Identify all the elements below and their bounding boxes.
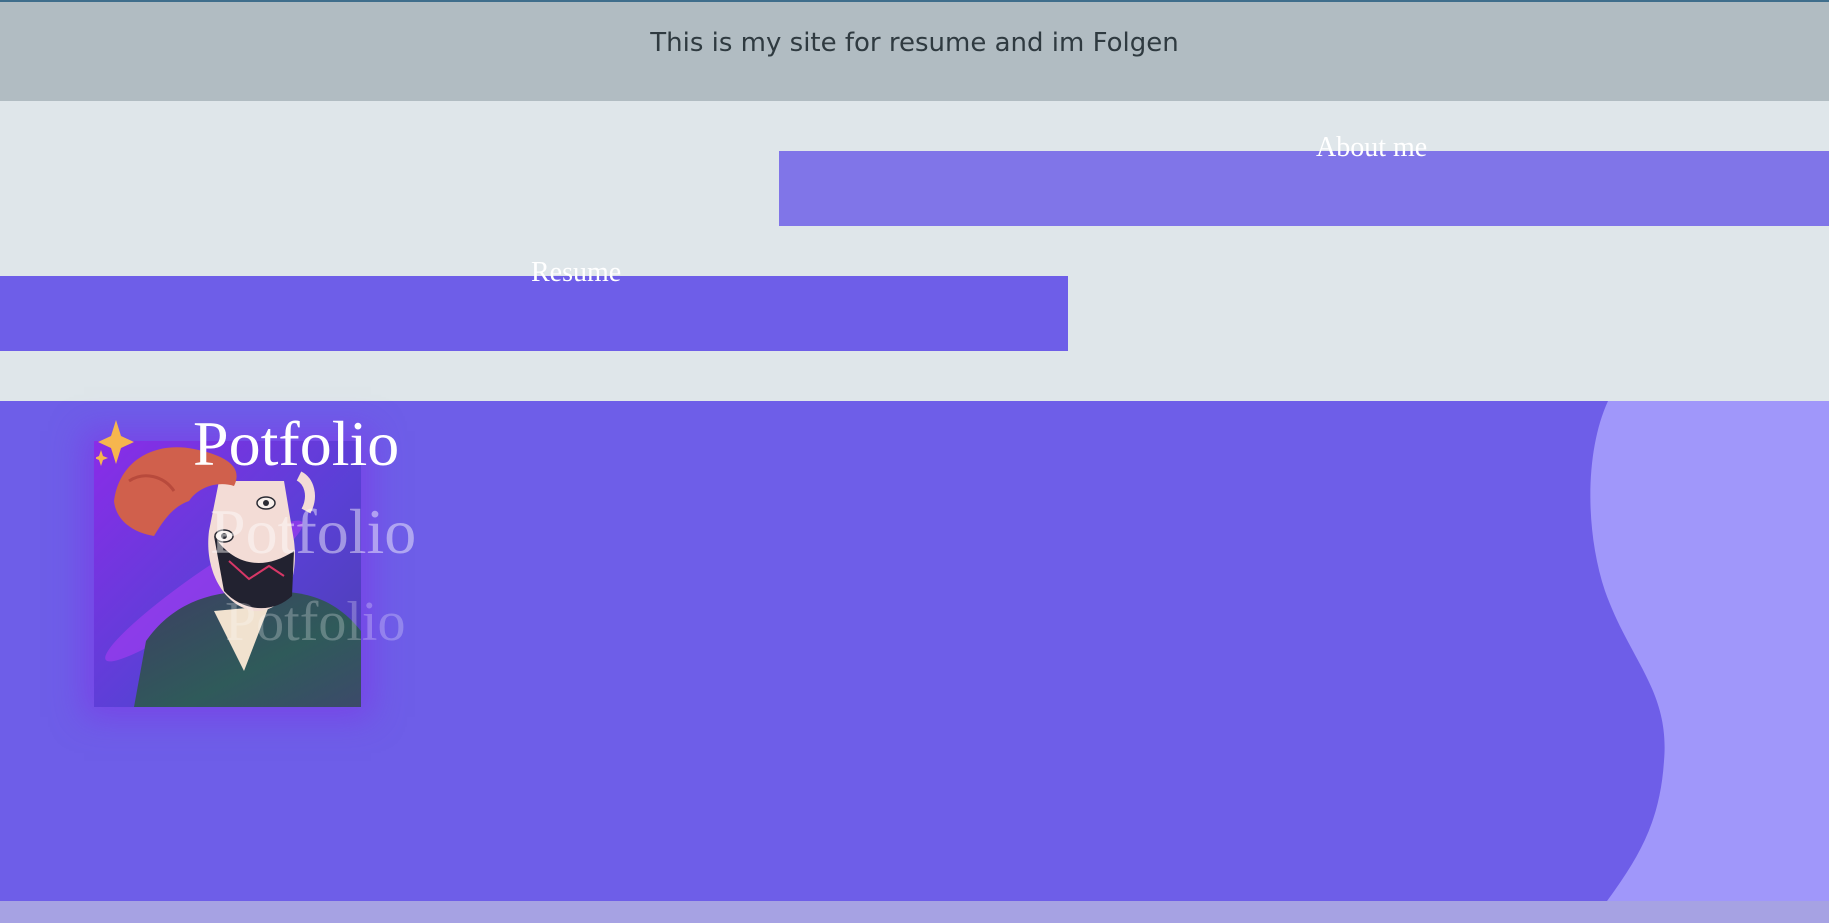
about-me-label: About me [1316,132,1428,163]
about-me-button[interactable]: About me [779,132,1829,226]
hero-title-echo-2: Potfolio [225,591,406,653]
hero-title-echo-1: Potfolio [210,496,417,567]
footer-strip [0,901,1829,923]
resume-button[interactable]: Resume [0,257,1068,351]
avatar [94,441,361,707]
top-header: This is my site for resume and im Folgen [0,0,1829,101]
resume-label: Resume [531,257,622,288]
hero-title: Potfolio [193,408,400,479]
sparkle-icon [96,420,134,466]
header-text: This is my site for resume and im Folgen [650,28,1179,58]
nav-section: About me Resume [0,101,1829,401]
